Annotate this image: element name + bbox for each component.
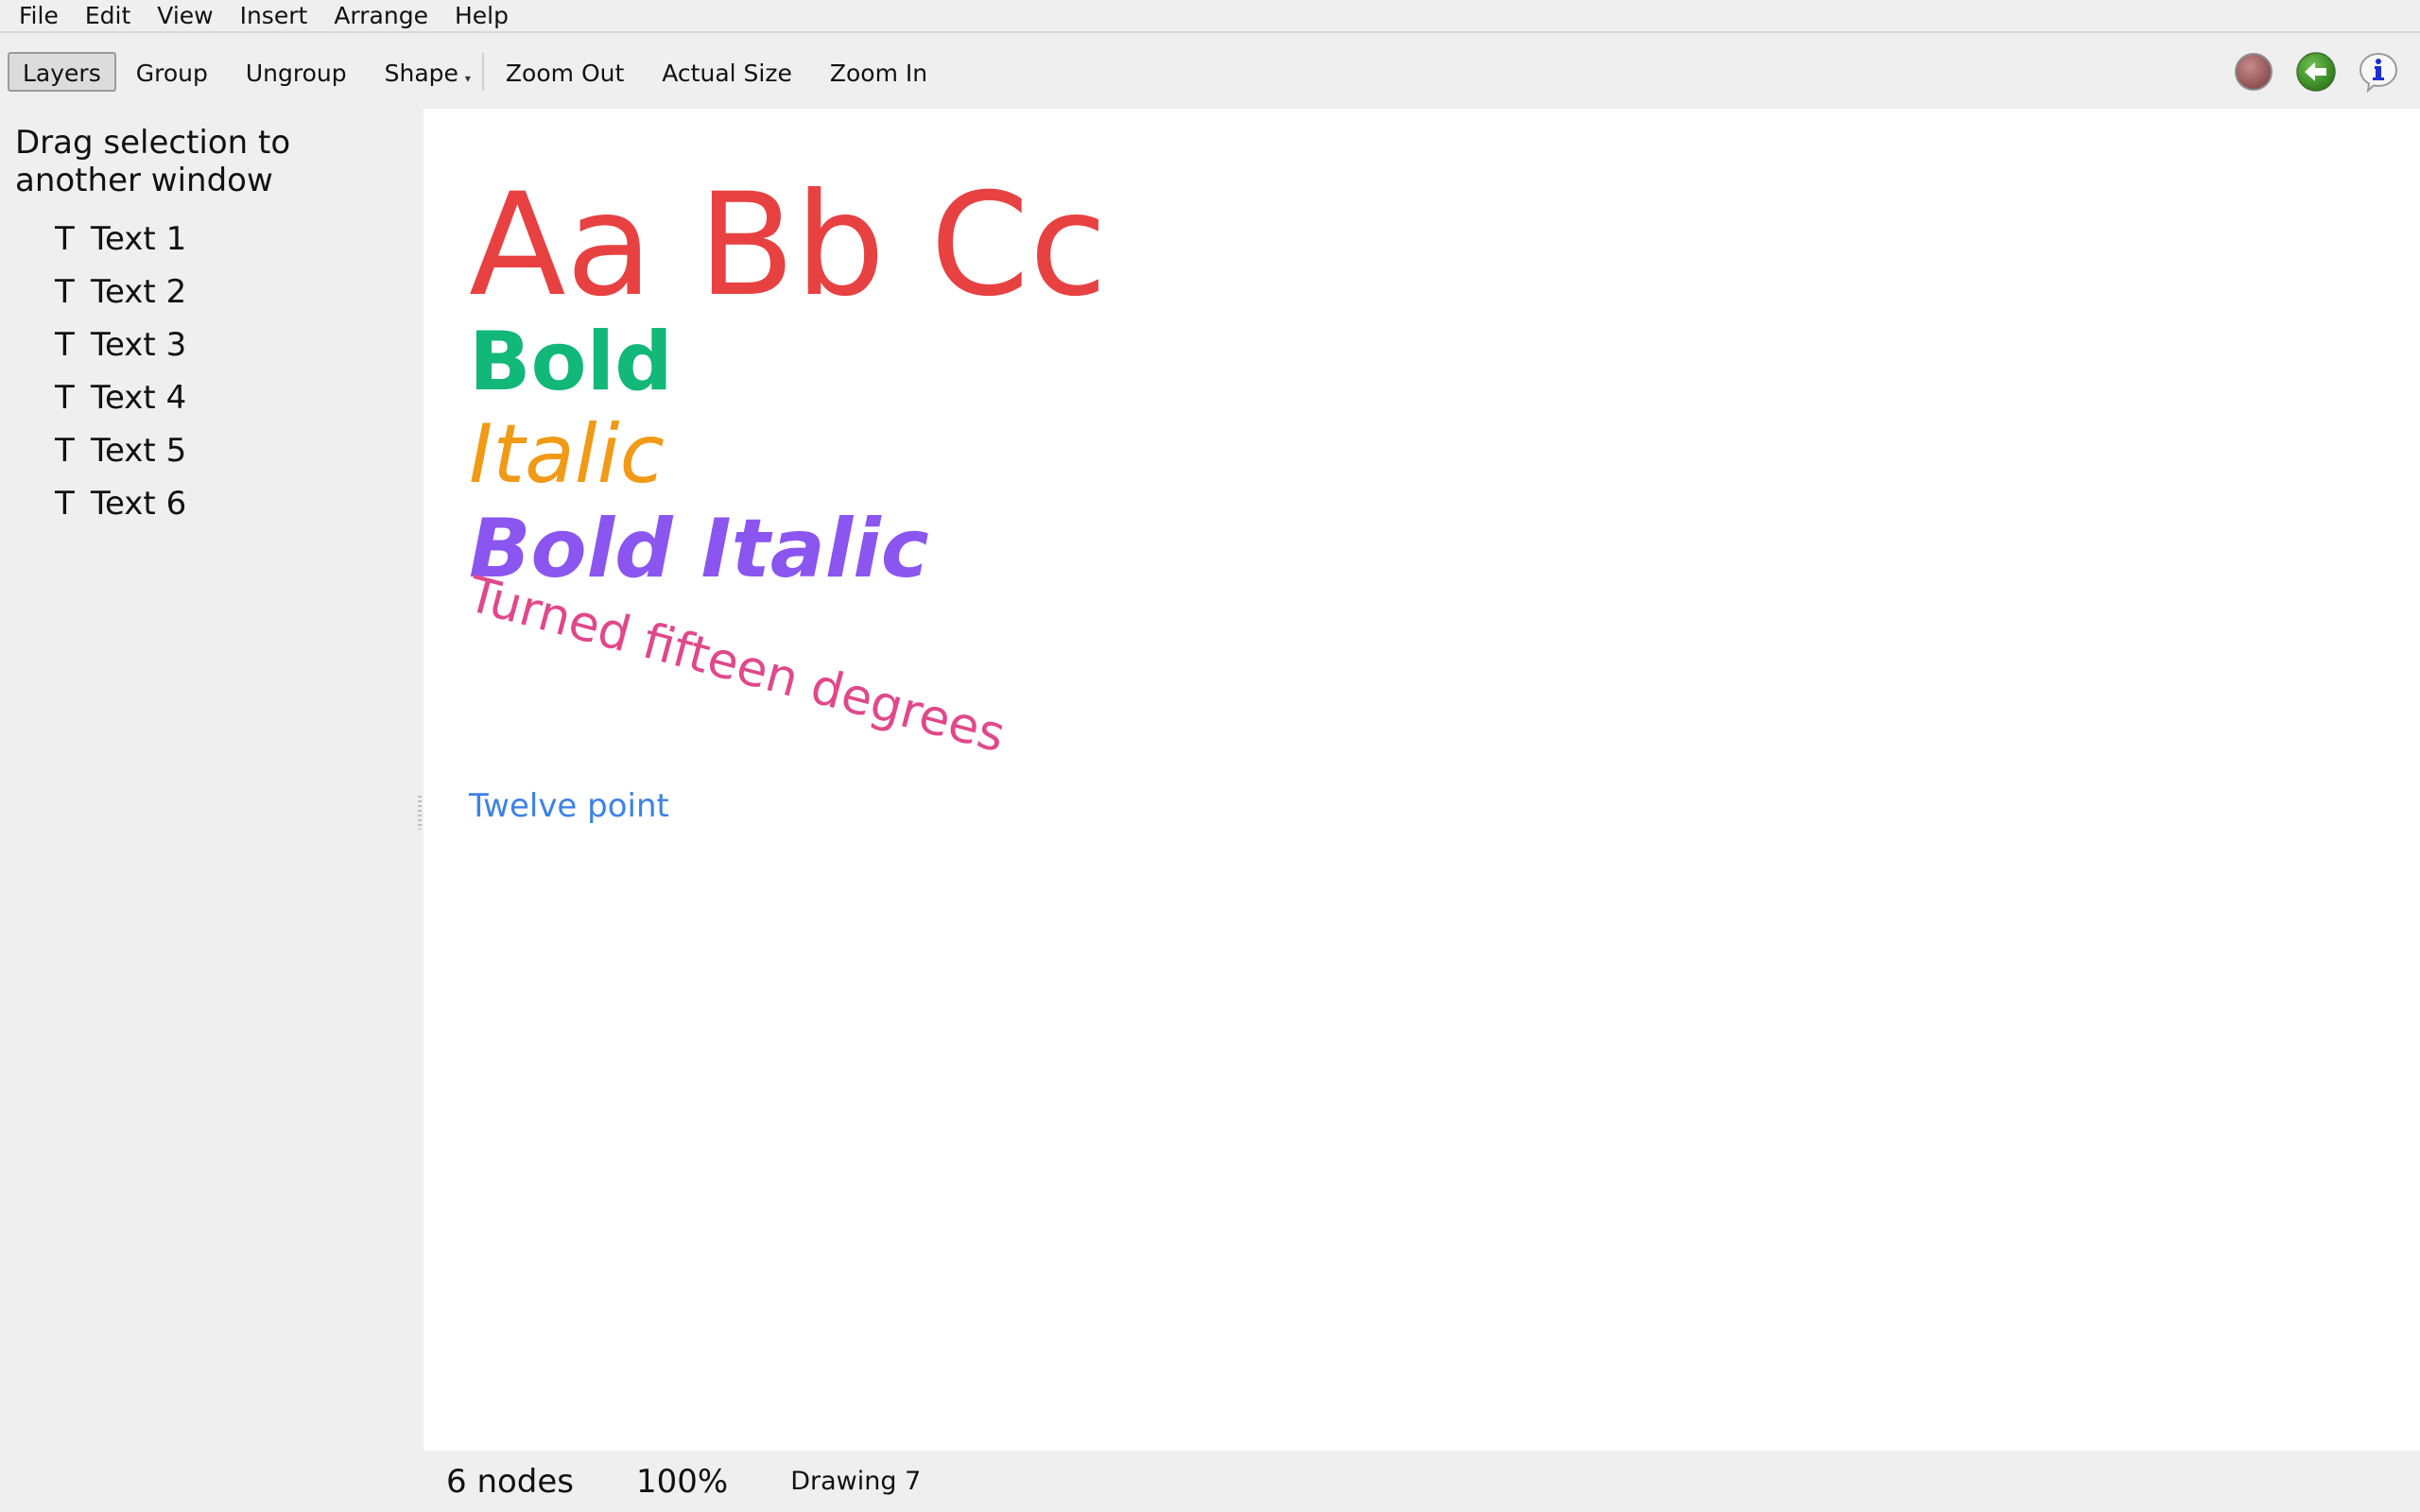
canvas-text-6[interactable]: Twelve point <box>469 787 669 825</box>
layer-label: Text 4 <box>91 379 187 417</box>
menu-file[interactable]: File <box>0 0 72 32</box>
layer-label: Text 1 <box>91 220 187 258</box>
menu-insert[interactable]: Insert <box>227 0 321 32</box>
drag-hint-text: Drag selection to another window <box>15 124 291 199</box>
text-layer-icon: T <box>55 485 75 523</box>
text-layer-icon: T <box>55 220 75 258</box>
menu-bar: File Edit View Insert Arrange Help <box>0 0 2420 33</box>
dropdown-arrow-icon: ▾ <box>464 72 471 85</box>
menu-view[interactable]: View <box>144 0 226 32</box>
menu-edit[interactable]: Edit <box>72 0 144 32</box>
layer-item-text-4[interactable]: T Text 4 <box>55 371 186 424</box>
ungroup-button[interactable]: Ungroup <box>228 52 365 92</box>
layers-toggle-button[interactable]: Layers <box>8 52 116 92</box>
panel-splitter-handle[interactable] <box>418 796 422 830</box>
zoom-in-button[interactable]: Zoom In <box>812 52 945 92</box>
layer-label: Text 6 <box>91 485 187 523</box>
layer-item-text-5[interactable]: T Text 5 <box>55 424 186 477</box>
layer-item-text-1[interactable]: T Text 1 <box>55 213 186 266</box>
text-layer-icon: T <box>55 326 75 364</box>
app-window: File Edit View Insert Arrange Help Layer… <box>0 0 2420 1512</box>
zoom-out-button[interactable]: Zoom Out <box>488 52 642 92</box>
status-bar: 6 nodes 100% Drawing 7 <box>424 1451 2420 1512</box>
menu-arrange[interactable]: Arrange <box>320 0 441 32</box>
layer-label: Text 2 <box>91 273 187 311</box>
canvas-text-2[interactable]: Bold <box>469 315 673 409</box>
group-button[interactable]: Group <box>118 52 226 92</box>
layer-label: Text 3 <box>91 326 187 364</box>
node-count: 6 nodes <box>446 1462 575 1501</box>
back-arrow-icon[interactable] <box>2295 51 2337 93</box>
shape-dropdown-button[interactable]: Shape ▾ <box>367 52 476 92</box>
menu-help[interactable]: Help <box>441 0 522 32</box>
shape-button-label: Shape <box>384 60 458 87</box>
layer-list: T Text 1 T Text 2 T Text 3 T Text 4 T Te… <box>55 213 186 530</box>
toolbar-separator <box>481 53 484 91</box>
canvas-text-1[interactable]: Aa Bb Cc <box>469 165 1107 326</box>
actual-size-button[interactable]: Actual Size <box>644 52 810 92</box>
zoom-level: 100% <box>636 1462 729 1501</box>
toolbar: Layers Group Ungroup Shape ▾ Zoom Out Ac… <box>0 35 2420 109</box>
canvas-text-3[interactable]: Italic <box>469 407 665 502</box>
record-icon[interactable] <box>2233 51 2274 93</box>
text-layer-icon: T <box>55 273 75 311</box>
text-layer-icon: T <box>55 379 75 417</box>
text-layer-icon: T <box>55 432 75 470</box>
drawing-canvas[interactable]: Aa Bb Cc Bold Italic Bold Italic Turned … <box>424 109 2420 1451</box>
layer-item-text-6[interactable]: T Text 6 <box>55 477 186 530</box>
info-icon[interactable] <box>2358 51 2399 93</box>
layers-panel: Drag selection to another window T Text … <box>0 109 422 1512</box>
layer-item-text-3[interactable]: T Text 3 <box>55 318 186 371</box>
toolbar-right-icons <box>2233 35 2420 109</box>
document-name: Drawing 7 <box>790 1467 922 1496</box>
layer-item-text-2[interactable]: T Text 2 <box>55 266 186 318</box>
layer-label: Text 5 <box>91 432 187 470</box>
